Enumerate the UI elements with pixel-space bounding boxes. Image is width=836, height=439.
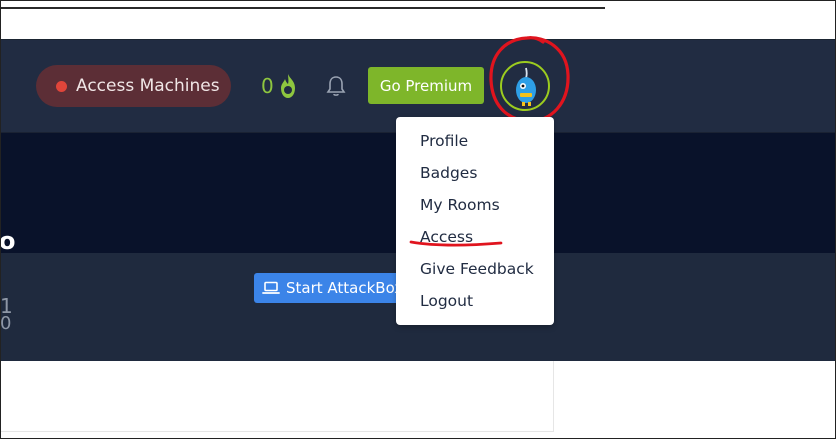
stat-fragment: 0 [0, 313, 12, 334]
menu-item-give-feedback[interactable]: Give Feedback [396, 253, 554, 285]
hero-title-fragment: o [0, 227, 16, 255]
go-premium-button[interactable]: Go Premium [368, 67, 484, 104]
menu-item-access[interactable]: Access [396, 221, 554, 253]
laptop-icon [262, 281, 280, 294]
menu-item-my-rooms[interactable]: My Rooms [396, 189, 554, 221]
avatar-icon [516, 67, 536, 106]
app-window: Access Machines 0 Go Premium o 1 0 Start… [0, 0, 836, 439]
menu-item-badges[interactable]: Badges [396, 157, 554, 189]
streak-counter[interactable]: 0 [261, 73, 298, 99]
status-dot-icon [56, 80, 67, 92]
user-avatar-button[interactable] [500, 61, 550, 111]
divider [1, 7, 605, 9]
access-machines-label: Access Machines [76, 76, 220, 96]
bell-icon[interactable] [325, 74, 347, 98]
user-dropdown-menu: Profile Badges My Rooms Access Give Feed… [396, 117, 554, 325]
content-card [1, 361, 554, 432]
access-machines-button[interactable]: Access Machines [36, 65, 231, 107]
streak-count: 0 [261, 74, 274, 98]
flame-icon [280, 74, 295, 98]
menu-item-profile[interactable]: Profile [396, 125, 554, 157]
start-attackbox-label: Start AttackBox [286, 279, 404, 297]
menu-item-logout[interactable]: Logout [396, 285, 554, 317]
